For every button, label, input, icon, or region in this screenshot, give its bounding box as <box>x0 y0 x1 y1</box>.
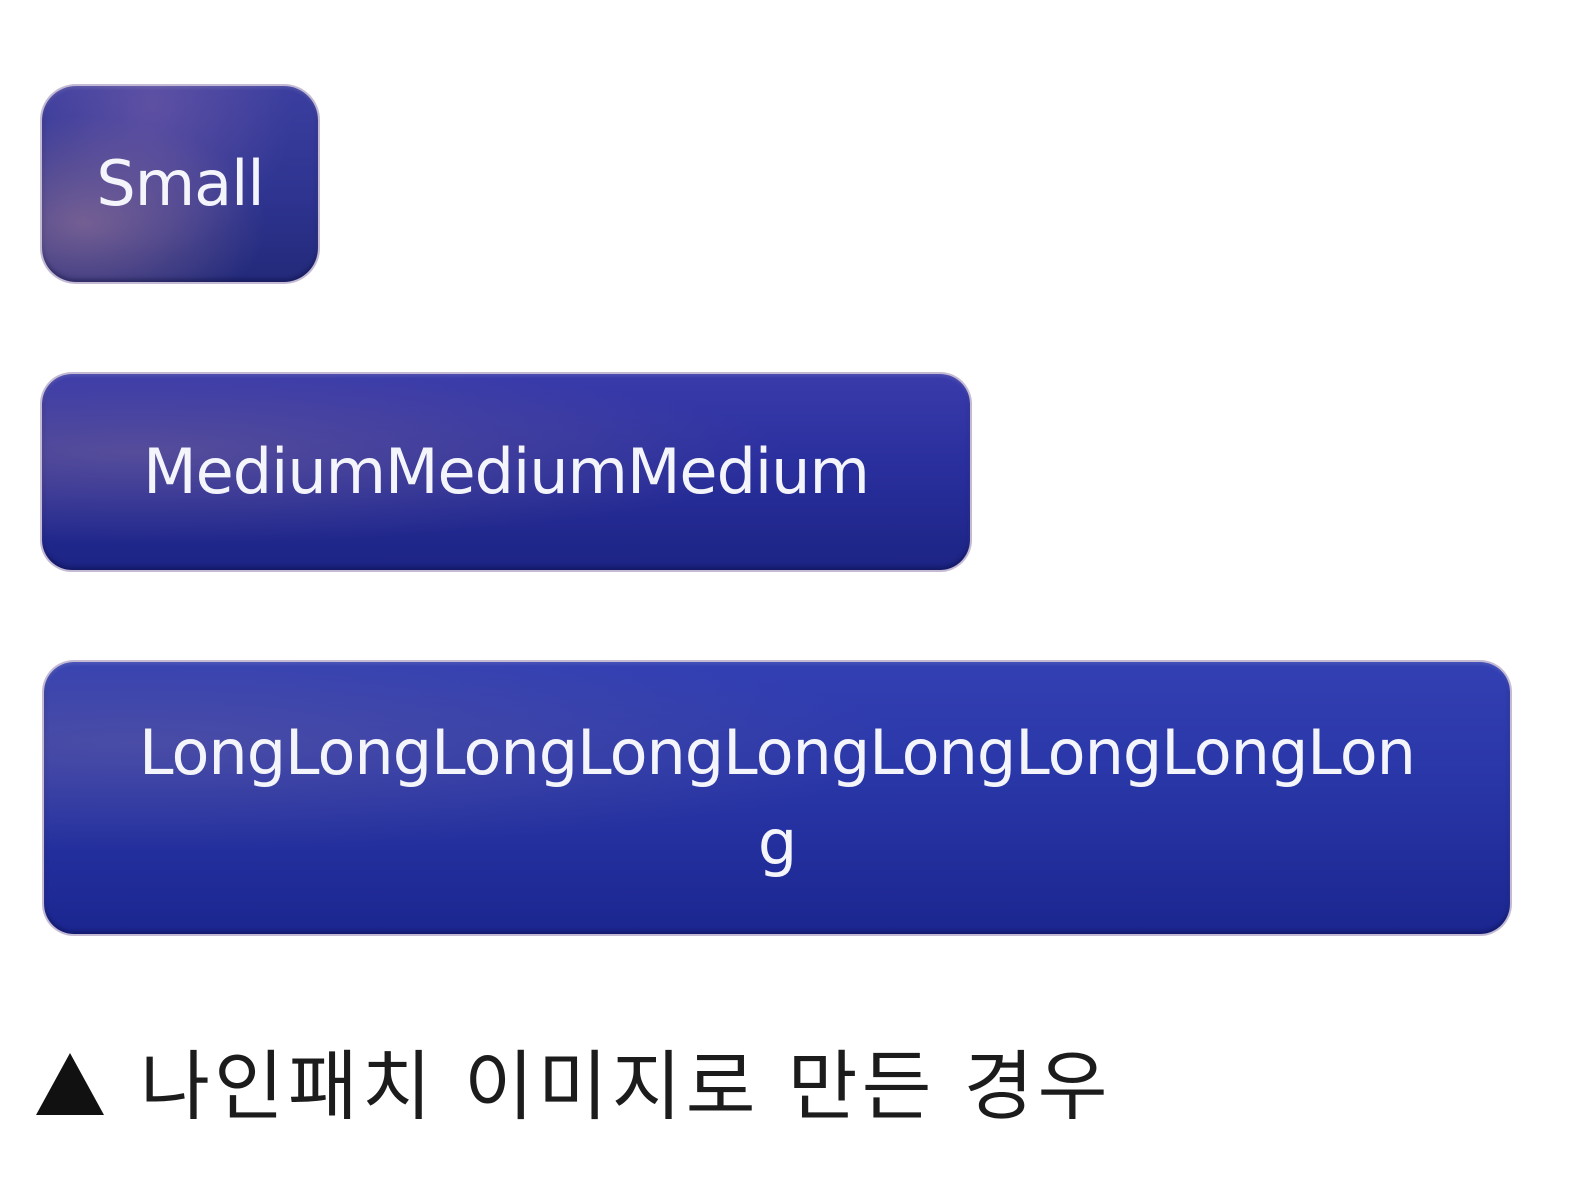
black-up-triangle-icon <box>36 1053 104 1115</box>
long-button[interactable]: LongLongLongLongLongLongLongLongLong <box>44 662 1510 934</box>
medium-button-label: MediumMediumMedium <box>143 435 870 509</box>
caption-text: 나인패치 이미지로 만든 경우 <box>140 1042 1112 1131</box>
figure-caption: 나인패치 이미지로 만든 경우 <box>36 1030 1112 1131</box>
small-button-label: Small <box>96 147 264 221</box>
small-button[interactable]: Small <box>42 86 318 282</box>
long-button-label: LongLongLongLongLongLongLongLongLong <box>139 716 1416 879</box>
medium-button[interactable]: MediumMediumMedium <box>42 374 970 570</box>
